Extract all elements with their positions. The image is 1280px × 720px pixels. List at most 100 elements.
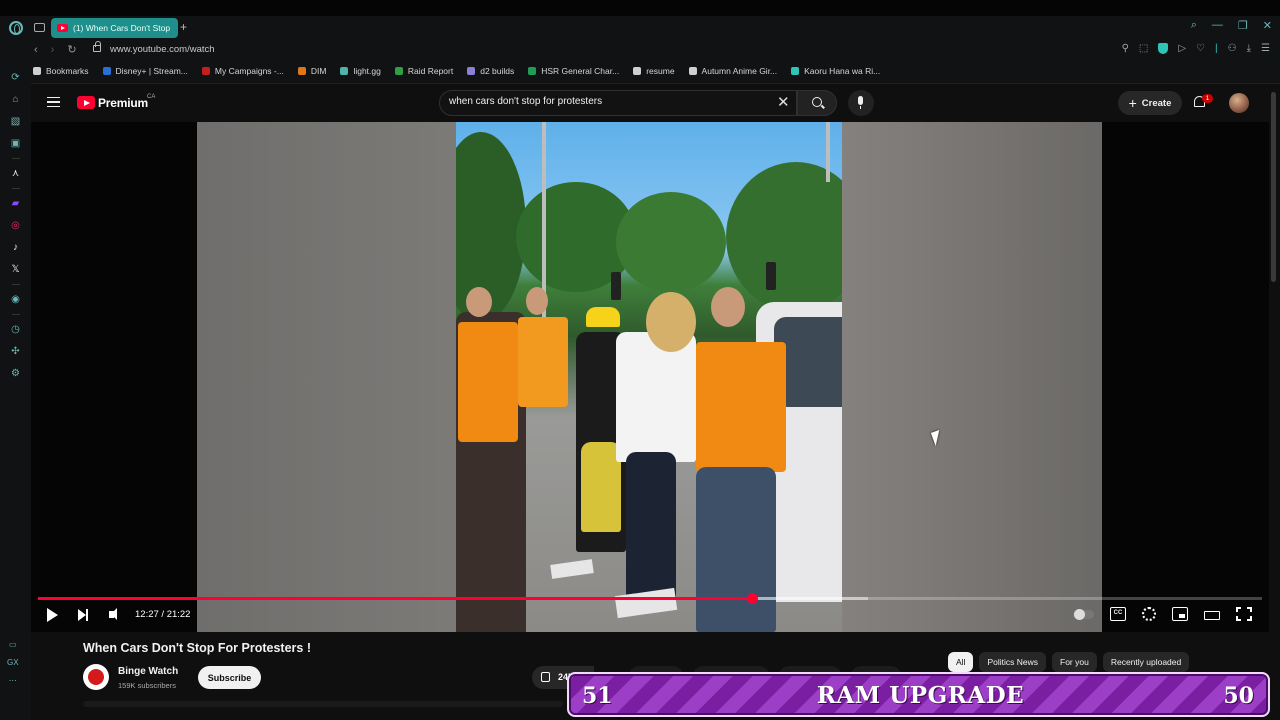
youtube-brand[interactable]: Premium xyxy=(98,96,148,110)
sidebar-arrow-icon[interactable]: ⋏ xyxy=(9,162,22,184)
bookmark-item[interactable]: DIM xyxy=(297,66,327,76)
bookmark-item[interactable]: Raid Report xyxy=(394,66,453,76)
separator-icon: | xyxy=(1215,43,1218,54)
subscribe-button[interactable]: Subscribe xyxy=(198,666,261,689)
bookmark-item[interactable]: Kaoru Hana wa Ri... xyxy=(791,66,880,76)
channel-avatar[interactable] xyxy=(83,664,109,690)
bookmark-favicon-icon xyxy=(633,67,642,75)
adblock-shield-icon[interactable] xyxy=(1158,43,1169,54)
settings-gear-icon[interactable] xyxy=(1142,607,1156,621)
next-video-icon[interactable] xyxy=(78,609,88,621)
player-icon[interactable]: ◉ xyxy=(9,288,22,310)
bookmark-item[interactable]: resume xyxy=(633,66,675,76)
video-frame[interactable] xyxy=(456,122,842,632)
restore-icon[interactable]: ❐ xyxy=(1238,19,1248,32)
bookmark-label: DIM xyxy=(310,66,327,76)
bookmark-label: Kaoru Hana wa Ri... xyxy=(804,66,881,76)
promo-text: RAM UPGRADE xyxy=(816,682,1025,709)
search-tabs-icon[interactable]: ⌕ xyxy=(1191,19,1197,32)
time-display: 12:27 / 21:22 xyxy=(135,609,191,620)
clear-search-icon[interactable]: ✕ xyxy=(777,95,790,110)
bookmark-item[interactable]: Autumn Anime Gir... xyxy=(688,66,778,76)
filter-chip[interactable]: Recently uploaded xyxy=(1102,652,1190,672)
lock-icon[interactable] xyxy=(93,41,101,52)
leaflet xyxy=(550,559,594,579)
country-code: CA xyxy=(147,94,156,100)
filter-chip[interactable]: All xyxy=(948,652,974,672)
more-icon[interactable]: ⋯ xyxy=(9,676,17,685)
bookmark-favicon-icon xyxy=(467,67,476,75)
instagram-icon[interactable]: ◎ xyxy=(9,214,22,236)
voice-search-button[interactable] xyxy=(848,90,874,116)
volume-icon[interactable] xyxy=(109,608,117,620)
youtube-favicon-icon xyxy=(57,24,68,32)
bookmark-item[interactable]: HSR General Char... xyxy=(528,66,619,76)
reload-icon[interactable]: ↻ xyxy=(67,43,76,56)
sidebar-crypto-icon[interactable]: ▧ xyxy=(9,110,22,132)
filter-chip[interactable]: For you xyxy=(1052,652,1097,672)
create-button[interactable]: + Create xyxy=(1118,91,1182,115)
captions-icon[interactable]: CC xyxy=(1110,607,1126,621)
screenshot-icon[interactable]: ⬚ xyxy=(1139,43,1148,54)
close-icon[interactable]: ✕ xyxy=(1263,19,1272,32)
bookmark-favicon-icon xyxy=(528,67,537,75)
search-input[interactable] xyxy=(449,96,769,107)
miniplayer-icon[interactable] xyxy=(1172,607,1188,621)
url-text[interactable]: www.youtube.com/watch xyxy=(110,44,215,55)
bookmark-item[interactable]: d2 builds xyxy=(467,66,514,76)
guide-menu-icon[interactable] xyxy=(47,97,60,107)
forward-icon[interactable]: › xyxy=(51,44,55,56)
sidebar-aria-icon[interactable]: ⌂ xyxy=(9,88,22,110)
x-icon[interactable]: 𝕏 xyxy=(9,258,22,280)
new-tab-button[interactable]: + xyxy=(180,20,187,34)
tab-manager-icon[interactable] xyxy=(34,23,45,32)
search-button[interactable] xyxy=(797,90,837,116)
bookmark-item[interactable]: light.gg xyxy=(340,66,381,76)
channel-name[interactable]: Binge Watch xyxy=(118,666,178,677)
minimize-icon[interactable]: — xyxy=(1212,19,1223,32)
pin-icon[interactable]: ⚲ xyxy=(1122,43,1129,54)
bookmark-label: light.gg xyxy=(353,66,381,76)
bookmark-item[interactable]: Bookmarks xyxy=(33,66,89,76)
yellow-hat xyxy=(586,307,620,327)
sidebar-messenger-icon[interactable]: ▣ xyxy=(9,132,22,154)
progress-bar[interactable] xyxy=(38,593,1262,604)
extensions-icon[interactable]: ✣ xyxy=(9,340,22,362)
hi-vis-vest xyxy=(458,322,518,442)
download-icon[interactable]: ⤓ xyxy=(1247,43,1251,54)
promo-right-number: 50 xyxy=(1223,683,1254,709)
history-icon[interactable]: ◷ xyxy=(9,318,22,340)
bookmark-item[interactable]: Disney+ | Stream... xyxy=(102,66,188,76)
description-box[interactable] xyxy=(83,701,563,707)
tiktok-icon[interactable]: ♪ xyxy=(9,236,22,258)
play-icon[interactable] xyxy=(47,608,58,622)
twitch-icon[interactable]: ▰ xyxy=(9,192,22,214)
sidebar-refresh-icon[interactable]: ⟳ xyxy=(9,66,22,88)
account-avatar[interactable] xyxy=(1229,93,1249,113)
sidebar-panel-icon[interactable]: ▭ xyxy=(9,640,17,649)
youtube-logo-icon[interactable] xyxy=(77,96,95,109)
bookmark-item[interactable]: My Campaigns -... xyxy=(201,66,284,76)
back-icon[interactable]: ‹ xyxy=(34,44,38,56)
head xyxy=(466,287,492,317)
nav-buttons: ‹ › ↻ xyxy=(34,43,77,57)
menu-icon[interactable]: ☰ xyxy=(1261,43,1270,54)
bookmark-label: Autumn Anime Gir... xyxy=(701,66,778,76)
fullscreen-icon[interactable] xyxy=(1236,607,1252,621)
thumbs-up-icon xyxy=(541,672,550,682)
browser-logo-icon[interactable] xyxy=(9,21,23,35)
heart-icon[interactable]: ♡ xyxy=(1196,43,1205,54)
autoplay-toggle[interactable] xyxy=(1073,609,1094,620)
settings-icon[interactable]: ⚙ xyxy=(9,362,22,384)
sidebar-separator xyxy=(9,184,22,192)
filter-chip[interactable]: Politics News xyxy=(979,652,1046,672)
gx-icon[interactable]: GX xyxy=(7,658,19,667)
theater-mode-icon[interactable] xyxy=(1204,610,1220,620)
scrubber-handle[interactable] xyxy=(746,593,758,604)
bookmark-favicon-icon xyxy=(340,67,349,75)
page-scrollbar[interactable] xyxy=(1271,92,1276,282)
profile-icon[interactable]: ⚇ xyxy=(1228,43,1237,54)
play-extension-icon[interactable]: ▷ xyxy=(1178,43,1186,54)
active-tab[interactable]: (1) When Cars Don't Stop xyxy=(51,18,178,38)
sidebar-separator xyxy=(9,154,22,162)
